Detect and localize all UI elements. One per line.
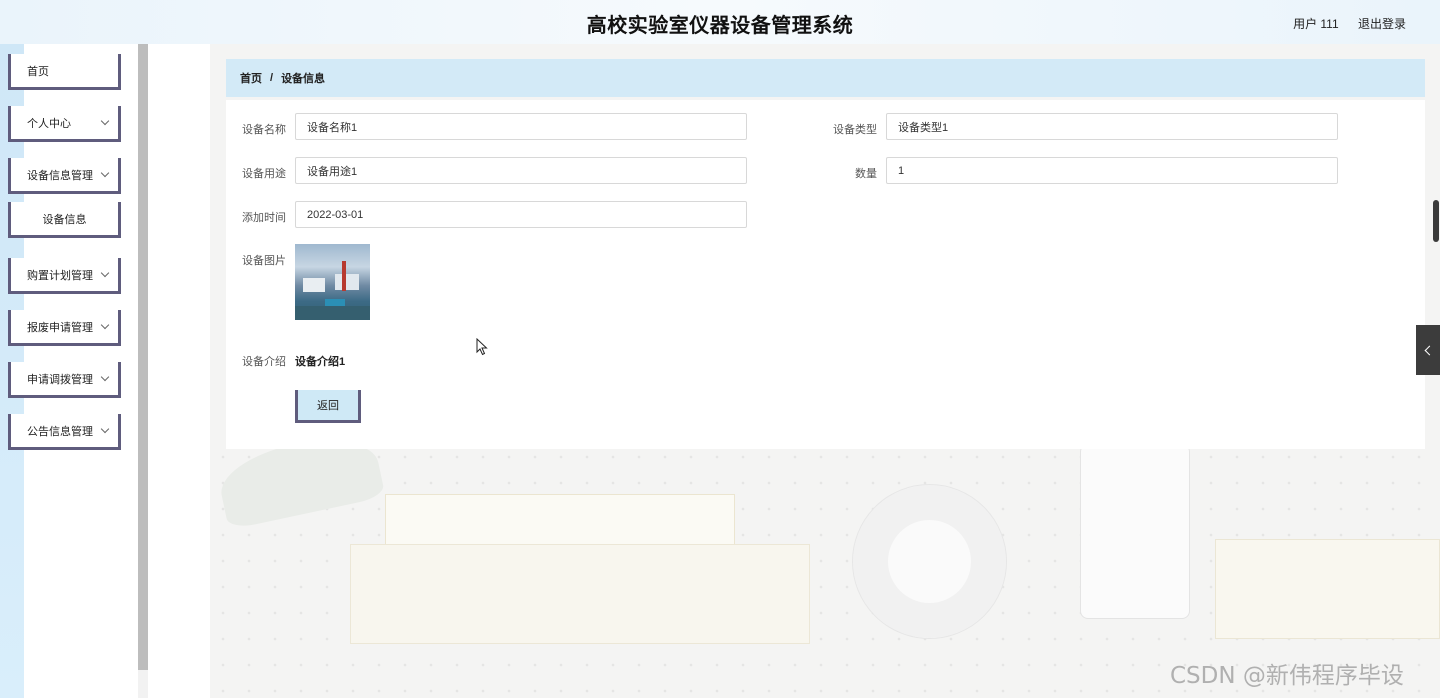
sidebar-item-home[interactable]: 首页 bbox=[8, 54, 121, 90]
watermark: CSDN @新伟程序毕设 bbox=[1170, 663, 1404, 689]
background-tape-roll-shape bbox=[852, 484, 1007, 639]
top-header: 高校实验室仪器设备管理系统 用户 111 退出登录 bbox=[0, 0, 1440, 44]
sidebar-item-label: 申请调拨管理 bbox=[27, 373, 93, 386]
sidebar-item-purchase-plan[interactable]: 购置计划管理 bbox=[8, 258, 121, 294]
device-type-field[interactable] bbox=[886, 113, 1338, 140]
device-intro-value: 设备介绍1 bbox=[295, 356, 346, 368]
device-image-label: 设备图片 bbox=[242, 255, 286, 267]
sidebar-scrollbar-track bbox=[138, 670, 148, 698]
breadcrumb: 首页 / 设备信息 bbox=[226, 59, 1425, 97]
quantity-label: 数量 bbox=[855, 168, 877, 180]
content-gutter bbox=[148, 44, 210, 698]
chevron-left-icon bbox=[1424, 345, 1435, 355]
background-box-shape bbox=[350, 544, 810, 644]
sidebar: 首页 个人中心 设备信息管理 设备信息 购置计划管理 报废申请管理 申请调拨管理… bbox=[0, 44, 148, 698]
device-name-label: 设备名称 bbox=[242, 124, 286, 136]
drawer-toggle-button[interactable] bbox=[1416, 325, 1440, 375]
sidebar-scrollbar[interactable] bbox=[138, 44, 148, 670]
chevron-down-icon bbox=[100, 424, 110, 434]
sidebar-item-label: 公告信息管理 bbox=[27, 425, 93, 438]
app-title: 高校实验室仪器设备管理系统 bbox=[586, 13, 854, 37]
chevron-down-icon bbox=[100, 372, 110, 382]
chevron-down-icon bbox=[100, 268, 110, 278]
added-time-field[interactable] bbox=[295, 201, 747, 228]
quantity-field[interactable] bbox=[886, 157, 1338, 184]
chevron-down-icon bbox=[100, 116, 110, 126]
breadcrumb-home[interactable]: 首页 bbox=[240, 70, 262, 86]
device-use-field[interactable] bbox=[295, 157, 747, 184]
page-scrollbar[interactable] bbox=[1433, 200, 1439, 242]
sidebar-subitem-device-info[interactable]: 设备信息 bbox=[8, 202, 121, 238]
logout-link[interactable]: 退出登录 bbox=[1358, 17, 1406, 31]
sidebar-item-transfer-application[interactable]: 申请调拨管理 bbox=[8, 362, 121, 398]
sidebar-item-label: 首页 bbox=[27, 65, 49, 78]
breadcrumb-separator: / bbox=[270, 72, 274, 84]
chevron-down-icon bbox=[100, 320, 110, 330]
sidebar-item-label: 报废申请管理 bbox=[27, 321, 93, 334]
background-block-shape bbox=[1215, 539, 1440, 639]
user-name: 用户 111 bbox=[1293, 17, 1339, 31]
sidebar-item-label: 设备信息 bbox=[42, 213, 87, 226]
sidebar-item-label: 购置计划管理 bbox=[27, 269, 93, 282]
device-type-label: 设备类型 bbox=[833, 124, 877, 136]
sidebar-item-announcement[interactable]: 公告信息管理 bbox=[8, 414, 121, 450]
background-cylinder-shape bbox=[1080, 444, 1190, 619]
chevron-down-icon bbox=[100, 168, 110, 178]
mouse-cursor-icon bbox=[476, 338, 488, 356]
device-use-label: 设备用途 bbox=[242, 168, 286, 180]
sidebar-item-label: 设备信息管理 bbox=[27, 169, 93, 182]
back-button[interactable]: 返回 bbox=[295, 390, 361, 423]
breadcrumb-current: 设备信息 bbox=[281, 73, 326, 85]
added-time-label: 添加时间 bbox=[242, 212, 286, 224]
device-name-field[interactable] bbox=[295, 113, 747, 140]
sidebar-item-device-management[interactable]: 设备信息管理 bbox=[8, 158, 121, 194]
user-area: 用户 111 退出登录 bbox=[1277, 15, 1406, 32]
sidebar-item-scrap-application[interactable]: 报废申请管理 bbox=[8, 310, 121, 346]
sidebar-item-label: 个人中心 bbox=[27, 117, 71, 130]
sidebar-item-personal-center[interactable]: 个人中心 bbox=[8, 106, 121, 142]
device-intro-label: 设备介绍 bbox=[242, 356, 286, 368]
device-image bbox=[295, 244, 370, 320]
device-detail-form: 设备名称 设备类型 设备用途 数量 添加时间 设备图片 设备介绍 设备介绍1 返… bbox=[226, 100, 1425, 449]
